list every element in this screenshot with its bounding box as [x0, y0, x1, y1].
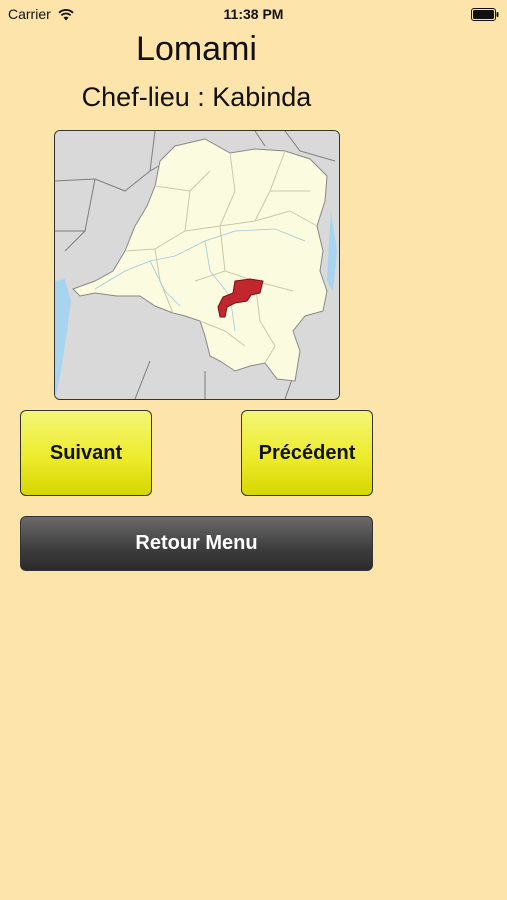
next-button[interactable]: Suivant: [20, 410, 152, 496]
drc-map-image: [55, 131, 339, 399]
province-capital: Chef-lieu : Kabinda: [81, 82, 312, 112]
province-name: Lomami: [136, 30, 257, 68]
battery-icon: [471, 8, 499, 21]
screen: Carrier 11:38 PM Lomami Chef-lieu : Kabi…: [0, 0, 507, 900]
province-map: [54, 130, 340, 400]
status-time: 11:38 PM: [223, 6, 284, 22]
status-bar: Carrier 11:38 PM: [0, 0, 507, 28]
back-to-menu-button[interactable]: Retour Menu: [20, 516, 373, 571]
previous-button[interactable]: Précédent: [241, 410, 373, 496]
